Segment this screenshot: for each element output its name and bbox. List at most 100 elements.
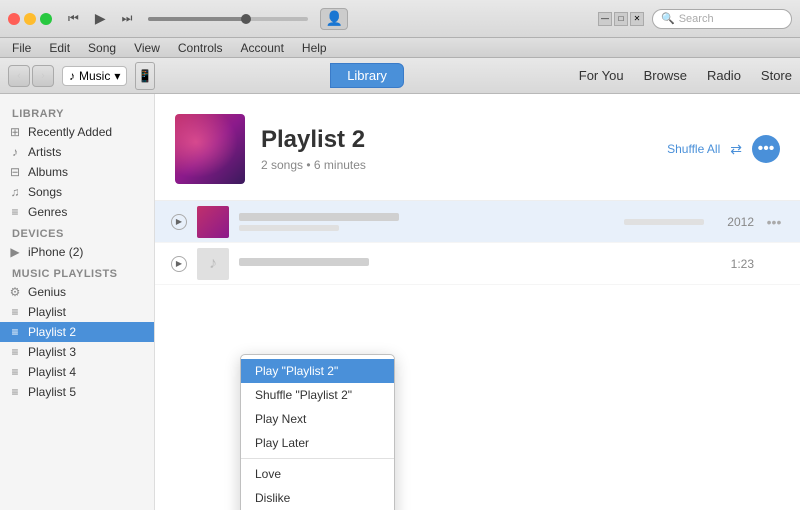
shuffle-icon: ⇄: [730, 141, 742, 158]
playlist-info: Playlist 2 2 songs • 6 minutes: [261, 126, 651, 172]
ctx-love[interactable]: Love: [241, 462, 394, 486]
tab-links: For You Browse Radio Store: [579, 68, 792, 83]
sidebar-item-label: Albums: [28, 165, 68, 179]
menu-song[interactable]: Song: [80, 38, 124, 57]
sidebar-item-label: Playlist 4: [28, 365, 76, 379]
content-area: Playlist 2 2 songs • 6 minutes Shuffle A…: [155, 94, 800, 510]
os-window-controls: — □ ✕: [598, 12, 644, 26]
track-artist-bar: [239, 225, 339, 231]
library-section-header: Library: [0, 102, 154, 122]
genius-icon: ⚙: [8, 285, 22, 299]
sidebar-item-label: Genres: [28, 205, 67, 219]
more-options-button[interactable]: •••: [752, 135, 780, 163]
ctx-play-playlist2[interactable]: Play "Playlist 2": [241, 359, 394, 383]
minimize-os-button[interactable]: —: [598, 12, 612, 26]
sidebar-item-genres[interactable]: ≡ Genres: [0, 202, 154, 222]
genres-icon: ≡: [8, 205, 22, 219]
sidebar-item-playlist2[interactable]: ≡ Playlist 2: [0, 322, 154, 342]
shuffle-all-button[interactable]: Shuffle All: [667, 142, 720, 156]
ctx-separator-1: [241, 458, 394, 459]
sidebar-item-playlist4[interactable]: ≡ Playlist 4: [0, 362, 154, 382]
music-note-icon: ♪: [69, 69, 75, 83]
albums-icon: ⊟: [8, 165, 22, 179]
artists-icon: ♪: [8, 145, 22, 159]
sidebar-item-playlist5[interactable]: ≡ Playlist 5: [0, 382, 154, 402]
sidebar-item-iphone[interactable]: ▶ iPhone (2): [0, 242, 154, 262]
menu-help[interactable]: Help: [294, 38, 335, 57]
context-menu: Play "Playlist 2" Shuffle "Playlist 2" P…: [240, 354, 395, 510]
ctx-dislike[interactable]: Dislike: [241, 486, 394, 510]
menu-view[interactable]: View: [126, 38, 168, 57]
ctx-shuffle-playlist2[interactable]: Shuffle "Playlist 2": [241, 383, 394, 407]
track-thumbnail: [197, 206, 229, 238]
track-extra: [477, 219, 705, 225]
tab-store[interactable]: Store: [761, 68, 792, 83]
sidebar-item-albums[interactable]: ⊟ Albums: [0, 162, 154, 182]
track-duration: 1:23: [714, 257, 754, 271]
sidebar: Library ⊞ Recently Added ♪ Artists ⊟ Alb…: [0, 94, 155, 510]
recently-added-icon: ⊞: [8, 125, 22, 139]
play-button[interactable]: ▶: [171, 256, 187, 272]
play-pause-button[interactable]: ▶: [91, 8, 110, 29]
playlist4-icon: ≡: [8, 365, 22, 379]
sidebar-item-label: Playlist: [28, 305, 66, 319]
back-button[interactable]: ‹: [8, 65, 30, 87]
playlist-title: Playlist 2: [261, 126, 651, 154]
track-more-button[interactable]: •••: [764, 214, 784, 230]
restore-os-button[interactable]: □: [614, 12, 628, 26]
forward-button-nav[interactable]: ›: [32, 65, 54, 87]
playlist5-icon: ≡: [8, 385, 22, 399]
title-bar: ⏮ ▶ ⏭ 👤 — □ ✕ 🔍 Search: [0, 0, 800, 38]
dropdown-arrow-icon: ▾: [114, 69, 120, 83]
table-row: ▶ 2012 •••: [155, 201, 800, 243]
tab-library[interactable]: Library: [330, 63, 404, 88]
phone-button[interactable]: 📱: [135, 62, 155, 90]
track-list: ▶ 2012 ••• ▶ ♪ 1:23: [155, 201, 800, 285]
maximize-button[interactable]: [40, 13, 52, 25]
track-extra-bar: [624, 219, 704, 225]
close-os-button[interactable]: ✕: [630, 12, 644, 26]
menu-file[interactable]: File: [4, 38, 39, 57]
nav-arrows: ‹ ›: [8, 65, 54, 87]
sidebar-item-label: Playlist 2: [28, 325, 76, 339]
sidebar-item-playlist[interactable]: ≡ Playlist: [0, 302, 154, 322]
tab-browse[interactable]: Browse: [644, 68, 687, 83]
track-year: 2012: [714, 215, 754, 229]
sidebar-item-playlist3[interactable]: ≡ Playlist 3: [0, 342, 154, 362]
playlist-meta: 2 songs • 6 minutes: [261, 158, 651, 172]
sidebar-item-songs[interactable]: ♫ Songs: [0, 182, 154, 202]
play-button[interactable]: ▶: [171, 214, 187, 230]
sidebar-item-artists[interactable]: ♪ Artists: [0, 142, 154, 162]
search-box[interactable]: 🔍 Search: [652, 9, 792, 29]
close-button[interactable]: [8, 13, 20, 25]
playlist-actions: Shuffle All ⇄ •••: [667, 135, 780, 163]
main-layout: Library ⊞ Recently Added ♪ Artists ⊟ Alb…: [0, 94, 800, 510]
nav-bar: ‹ › ♪ Music ▾ 📱 Library For You Browse R…: [0, 58, 800, 94]
music-dropdown[interactable]: ♪ Music ▾: [62, 66, 127, 86]
cover-overlay: [175, 114, 245, 184]
ctx-play-next[interactable]: Play Next: [241, 407, 394, 431]
progress-bar[interactable]: [148, 17, 308, 21]
minimize-button[interactable]: [24, 13, 36, 25]
menu-account[interactable]: Account: [233, 38, 292, 57]
sidebar-item-label: Songs: [28, 185, 62, 199]
tab-for-you[interactable]: For You: [579, 68, 624, 83]
account-button[interactable]: 👤: [320, 8, 348, 30]
tab-radio[interactable]: Radio: [707, 68, 741, 83]
progress-fill: [148, 17, 244, 21]
window-controls: [8, 13, 52, 25]
tab-container: Library: [163, 63, 570, 88]
sidebar-item-recently-added[interactable]: ⊞ Recently Added: [0, 122, 154, 142]
sidebar-item-label: Playlist 5: [28, 385, 76, 399]
ctx-play-later[interactable]: Play Later: [241, 431, 394, 455]
progress-knob[interactable]: [241, 14, 251, 24]
forward-button[interactable]: ⏭: [118, 9, 137, 28]
sidebar-item-genius[interactable]: ⚙ Genius: [0, 282, 154, 302]
playlists-section-header: Music Playlists: [0, 262, 154, 282]
track-name-bar: [239, 213, 399, 221]
playlist-icon: ≡: [8, 305, 22, 319]
rewind-button[interactable]: ⏮: [64, 9, 83, 28]
menu-edit[interactable]: Edit: [41, 38, 78, 57]
track-info: [239, 213, 467, 231]
menu-controls[interactable]: Controls: [170, 38, 231, 57]
